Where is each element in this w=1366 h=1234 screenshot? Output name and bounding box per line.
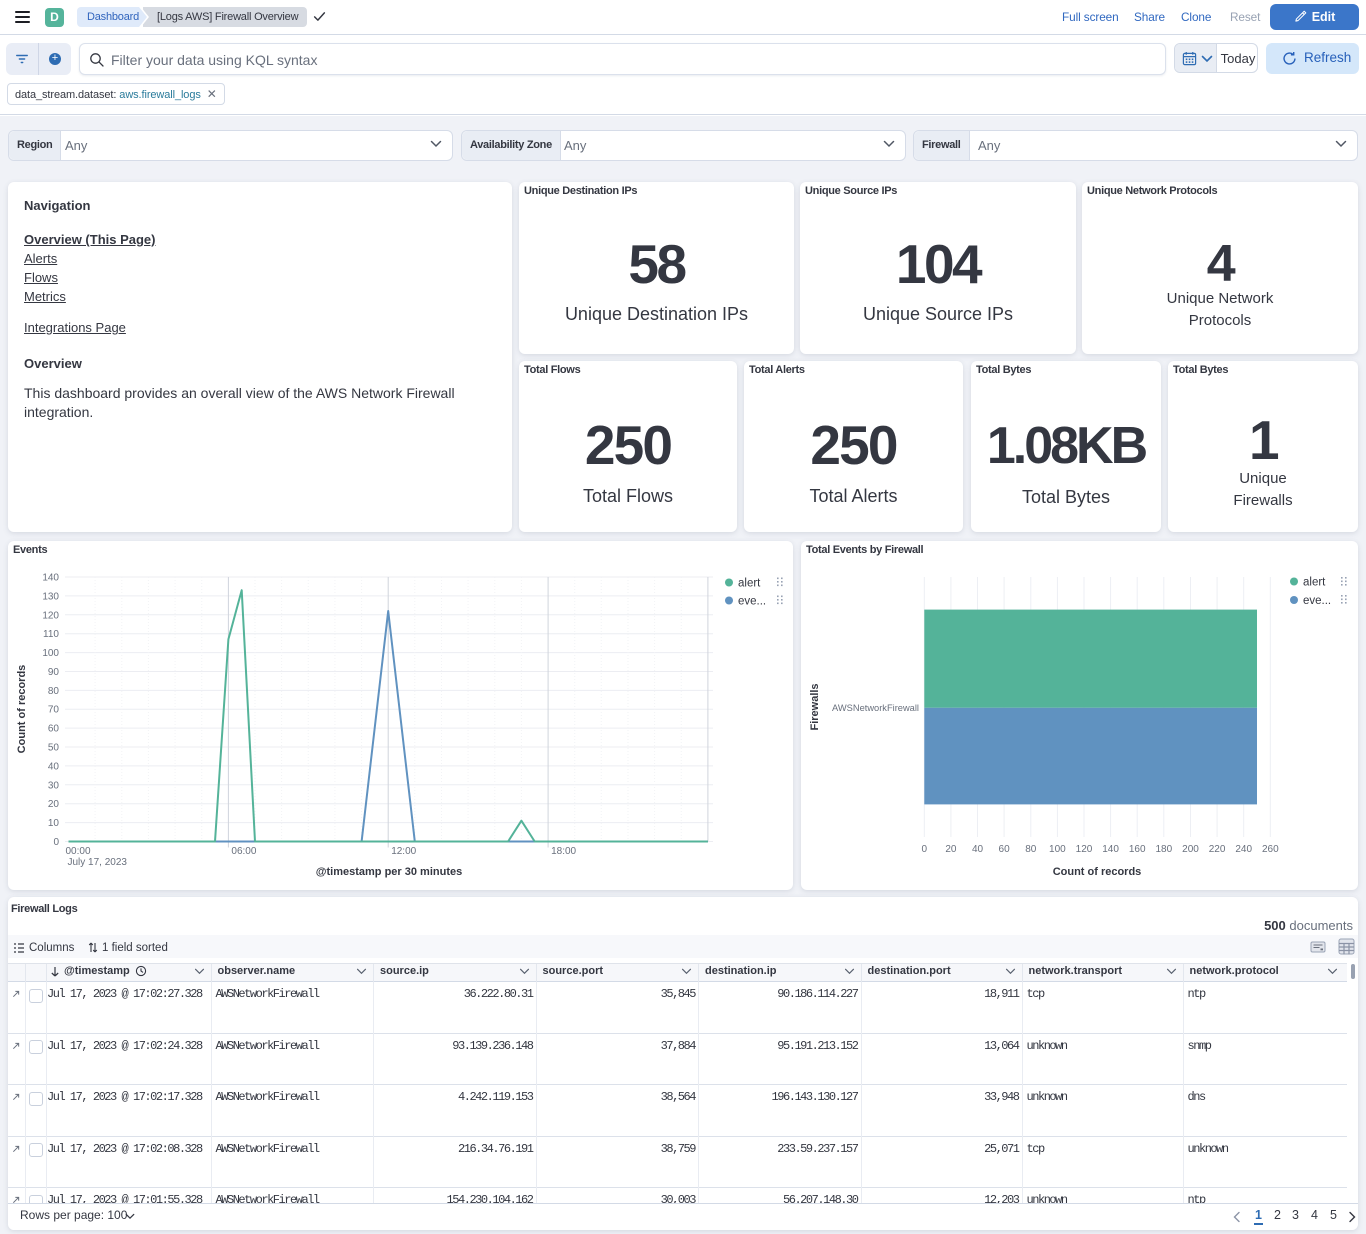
svg-text:July 17, 2023: July 17, 2023 xyxy=(68,857,128,868)
svg-text:10: 10 xyxy=(48,818,60,829)
svg-text:120: 120 xyxy=(1076,844,1093,855)
svg-text:18:00: 18:00 xyxy=(551,846,576,857)
svg-text:80: 80 xyxy=(1025,844,1037,855)
svg-text:20: 20 xyxy=(945,844,957,855)
svg-text:0: 0 xyxy=(922,844,928,855)
svg-text:alert: alert xyxy=(1303,577,1326,589)
svg-text:200: 200 xyxy=(1182,844,1199,855)
svg-text:100: 100 xyxy=(42,648,59,659)
svg-text:40: 40 xyxy=(48,761,60,772)
svg-text:30: 30 xyxy=(48,780,60,791)
svg-text:00:00: 00:00 xyxy=(66,846,91,857)
svg-text:60: 60 xyxy=(48,724,60,735)
svg-text:20: 20 xyxy=(48,799,60,810)
svg-text:40: 40 xyxy=(972,844,984,855)
svg-text:50: 50 xyxy=(48,743,60,754)
svg-text:alert: alert xyxy=(738,578,761,590)
svg-text:180: 180 xyxy=(1155,844,1172,855)
svg-text:90: 90 xyxy=(48,667,60,678)
svg-text:260: 260 xyxy=(1262,844,1279,855)
svg-text:eve...: eve... xyxy=(1303,595,1331,607)
svg-text:240: 240 xyxy=(1235,844,1252,855)
svg-text:Firewalls: Firewalls xyxy=(809,683,821,730)
svg-text:130: 130 xyxy=(42,591,59,602)
svg-text:eve...: eve... xyxy=(738,596,766,608)
svg-text:Count of records: Count of records xyxy=(16,665,28,754)
svg-text:12:00: 12:00 xyxy=(391,846,416,857)
svg-text:100: 100 xyxy=(1049,844,1066,855)
svg-text:60: 60 xyxy=(999,844,1011,855)
svg-text:220: 220 xyxy=(1209,844,1226,855)
svg-text:160: 160 xyxy=(1129,844,1146,855)
svg-text:@timestamp per 30 minutes: @timestamp per 30 minutes xyxy=(316,866,462,878)
svg-text:0: 0 xyxy=(53,837,59,848)
svg-text:120: 120 xyxy=(42,610,59,621)
svg-text:110: 110 xyxy=(43,629,59,640)
svg-text:80: 80 xyxy=(48,686,60,697)
svg-text:06:00: 06:00 xyxy=(231,846,256,857)
svg-text:AWSNetworkFirewall: AWSNetworkFirewall xyxy=(832,703,919,713)
svg-text:140: 140 xyxy=(1102,844,1119,855)
svg-text:70: 70 xyxy=(48,705,60,716)
svg-text:140: 140 xyxy=(42,573,59,584)
svg-text:Count of records: Count of records xyxy=(1053,866,1142,878)
